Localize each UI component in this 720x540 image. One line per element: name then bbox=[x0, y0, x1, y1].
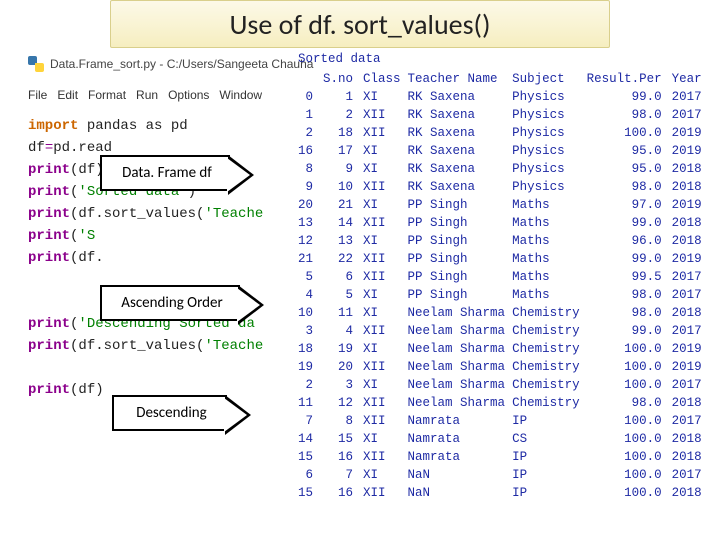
slide-title-banner: Use of df. sort_values() bbox=[110, 0, 610, 48]
table-row: 23XINeelam SharmaChemistry100.02017 bbox=[298, 376, 709, 394]
table-row: 1516XIINaNIP100.02018 bbox=[298, 484, 709, 502]
annotation-ascending: Ascending Order bbox=[100, 285, 240, 321]
table-row: 1920XIINeelam SharmaChemistry100.02019 bbox=[298, 358, 709, 376]
table-row: 34XIINeelam SharmaChemistry99.02017 bbox=[298, 322, 709, 340]
menu-run[interactable]: Run bbox=[136, 88, 158, 102]
console-output: Sorted data S.no Class Teacher Name Subj… bbox=[298, 50, 709, 502]
table-row: 1617XIRK SaxenaPhysics95.02019 bbox=[298, 142, 709, 160]
table-header-row: S.no Class Teacher Name Subject Result.P… bbox=[298, 70, 709, 88]
kw-import: import bbox=[28, 118, 78, 134]
menu-window[interactable]: Window bbox=[219, 88, 262, 102]
annotation-descending: Descending bbox=[112, 395, 227, 431]
table-row: 01XIRK SaxenaPhysics99.02017 bbox=[298, 88, 709, 106]
table-row: 1213XIPP SinghMaths96.02018 bbox=[298, 232, 709, 250]
table-row: 910XIIRK SaxenaPhysics98.02018 bbox=[298, 178, 709, 196]
annotation-dataframe: Data. Frame df bbox=[100, 155, 230, 191]
table-row: 56XIIPP SinghMaths99.52017 bbox=[298, 268, 709, 286]
table-row: 12XIIRK SaxenaPhysics98.02017 bbox=[298, 106, 709, 124]
menu-file[interactable]: File bbox=[28, 88, 47, 102]
output-heading: Sorted data bbox=[298, 50, 709, 68]
table-row: 1415XINamrataCS100.02018 bbox=[298, 430, 709, 448]
table-row: 78XIINamrataIP100.02017 bbox=[298, 412, 709, 430]
slide-title: Use of df. sort_values() bbox=[229, 7, 490, 42]
table-row: 1112XIINeelam SharmaChemistry98.02018 bbox=[298, 394, 709, 412]
table-row: 2021XIPP SinghMaths97.02019 bbox=[298, 196, 709, 214]
editor-filename: Data.Frame_sort.py - C:/Users/Sangeeta C… bbox=[50, 57, 313, 71]
python-icon bbox=[28, 56, 44, 72]
table-row: 1011XINeelam SharmaChemistry98.02018 bbox=[298, 304, 709, 322]
menu-options[interactable]: Options bbox=[168, 88, 209, 102]
editor-titlebar: Data.Frame_sort.py - C:/Users/Sangeeta C… bbox=[28, 56, 313, 72]
menu-edit[interactable]: Edit bbox=[57, 88, 78, 102]
table-row: 1516XIINamrataIP100.02018 bbox=[298, 448, 709, 466]
table-row: 89XIRK SaxenaPhysics95.02018 bbox=[298, 160, 709, 178]
table-row: 1819XINeelam SharmaChemistry100.02019 bbox=[298, 340, 709, 358]
table-row: 45XIPP SinghMaths98.02017 bbox=[298, 286, 709, 304]
table-row: 67XINaNIP100.02017 bbox=[298, 466, 709, 484]
table-row: 218XIIRK SaxenaPhysics100.02019 bbox=[298, 124, 709, 142]
output-table: S.no Class Teacher Name Subject Result.P… bbox=[298, 70, 709, 502]
table-row: 2122XIIPP SinghMaths99.02019 bbox=[298, 250, 709, 268]
table-row: 1314XIIPP SinghMaths99.02018 bbox=[298, 214, 709, 232]
editor-menubar: File Edit Format Run Options Window bbox=[28, 88, 262, 102]
menu-format[interactable]: Format bbox=[88, 88, 126, 102]
